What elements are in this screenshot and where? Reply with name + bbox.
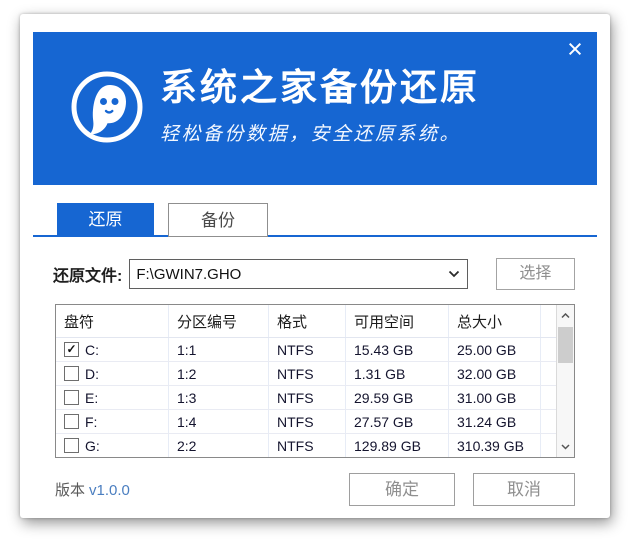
- free-space-value: 27.57 GB: [346, 410, 449, 433]
- table-row[interactable]: F: 1:4 NTFS 27.57 GB 31.24 GB: [56, 410, 557, 434]
- ok-button[interactable]: 确定: [349, 473, 455, 506]
- partition-value: 1:3: [169, 386, 269, 409]
- col-header-drive: 盘符: [56, 305, 169, 337]
- row-checkbox[interactable]: [64, 366, 79, 381]
- partition-value: 2:2: [169, 434, 269, 457]
- header-banner: 系统之家备份还原 轻松备份数据，安全还原系统。 ×: [33, 32, 597, 185]
- restore-file-input[interactable]: [130, 266, 440, 283]
- vertical-scrollbar[interactable]: [556, 305, 574, 457]
- total-size-value: 32.00 GB: [449, 362, 541, 385]
- col-header-free: 可用空间: [346, 305, 449, 337]
- partition-value: 1:2: [169, 362, 269, 385]
- ghost-logo-icon: [70, 70, 144, 144]
- header-titles: 系统之家备份还原 轻松备份数据，安全还原系统。: [160, 66, 480, 146]
- version-text: 版本v1.0.0: [55, 479, 130, 500]
- drive-label: G:: [85, 438, 100, 454]
- drive-label: E:: [85, 390, 98, 406]
- drive-label: C:: [85, 342, 99, 358]
- app-background: 系统之家备份还原 轻松备份数据，安全还原系统。 × 还原 备份 还原文件:: [0, 0, 640, 545]
- row-checkbox[interactable]: [64, 438, 79, 453]
- restore-file-row: 还原文件: 选择: [53, 258, 575, 290]
- window-content: 系统之家备份还原 轻松备份数据，安全还原系统。 × 还原 备份 还原文件:: [33, 32, 597, 500]
- format-value: NTFS: [269, 386, 346, 409]
- cancel-button[interactable]: 取消: [473, 473, 575, 506]
- format-value: NTFS: [269, 338, 346, 361]
- partition-value: 1:1: [169, 338, 269, 361]
- drive-label: F:: [85, 414, 97, 430]
- drive-label: D:: [85, 366, 99, 382]
- app-title: 系统之家备份还原: [160, 66, 480, 110]
- scroll-up-icon[interactable]: [557, 306, 574, 325]
- app-subtitle: 轻松备份数据，安全还原系统。: [160, 119, 480, 146]
- tab-backup[interactable]: 备份: [168, 203, 268, 237]
- version-value: v1.0.0: [89, 482, 130, 499]
- free-space-value: 1.31 GB: [346, 362, 449, 385]
- col-header-total: 总大小: [449, 305, 541, 337]
- partition-value: 1:4: [169, 410, 269, 433]
- format-value: NTFS: [269, 434, 346, 457]
- tab-bar: 还原 备份: [33, 203, 597, 237]
- col-header-filler: [541, 305, 557, 337]
- total-size-value: 31.24 GB: [449, 410, 541, 433]
- total-size-value: 25.00 GB: [449, 338, 541, 361]
- chevron-down-icon[interactable]: [441, 260, 467, 288]
- col-header-format: 格式: [269, 305, 346, 337]
- free-space-value: 29.59 GB: [346, 386, 449, 409]
- row-checkbox[interactable]: ✓: [64, 342, 79, 357]
- row-checkbox[interactable]: [64, 414, 79, 429]
- free-space-value: 15.43 GB: [346, 338, 449, 361]
- partition-table: 盘符 分区编号 格式 可用空间 总大小 ✓ C: 1:1 NTFS 15.43 G…: [55, 304, 575, 458]
- restore-file-label: 还原文件:: [53, 262, 122, 286]
- footer-bar: 版本v1.0.0 确定 取消: [55, 473, 575, 506]
- partition-grid: 盘符 分区编号 格式 可用空间 总大小 ✓ C: 1:1 NTFS 15.43 G…: [56, 305, 557, 457]
- window-frame: 系统之家备份还原 轻松备份数据，安全还原系统。 × 还原 备份 还原文件:: [20, 14, 610, 518]
- table-header-row: 盘符 分区编号 格式 可用空间 总大小: [56, 305, 557, 338]
- format-value: NTFS: [269, 362, 346, 385]
- version-label: 版本: [55, 482, 85, 499]
- select-file-button[interactable]: 选择: [496, 258, 575, 290]
- table-row[interactable]: G: 2:2 NTFS 129.89 GB 310.39 GB: [56, 434, 557, 457]
- restore-file-combobox[interactable]: [129, 259, 467, 289]
- scrollbar-thumb[interactable]: [558, 327, 573, 363]
- table-row[interactable]: E: 1:3 NTFS 29.59 GB 31.00 GB: [56, 386, 557, 410]
- format-value: NTFS: [269, 410, 346, 433]
- scroll-down-icon[interactable]: [557, 437, 574, 456]
- free-space-value: 129.89 GB: [346, 434, 449, 457]
- row-checkbox[interactable]: [64, 390, 79, 405]
- tab-restore[interactable]: 还原: [57, 203, 154, 237]
- close-icon[interactable]: ×: [561, 36, 589, 64]
- col-header-partition: 分区编号: [169, 305, 269, 337]
- table-row[interactable]: ✓ C: 1:1 NTFS 15.43 GB 25.00 GB: [56, 338, 557, 362]
- table-row[interactable]: D: 1:2 NTFS 1.31 GB 32.00 GB: [56, 362, 557, 386]
- total-size-value: 31.00 GB: [449, 386, 541, 409]
- total-size-value: 310.39 GB: [449, 434, 541, 457]
